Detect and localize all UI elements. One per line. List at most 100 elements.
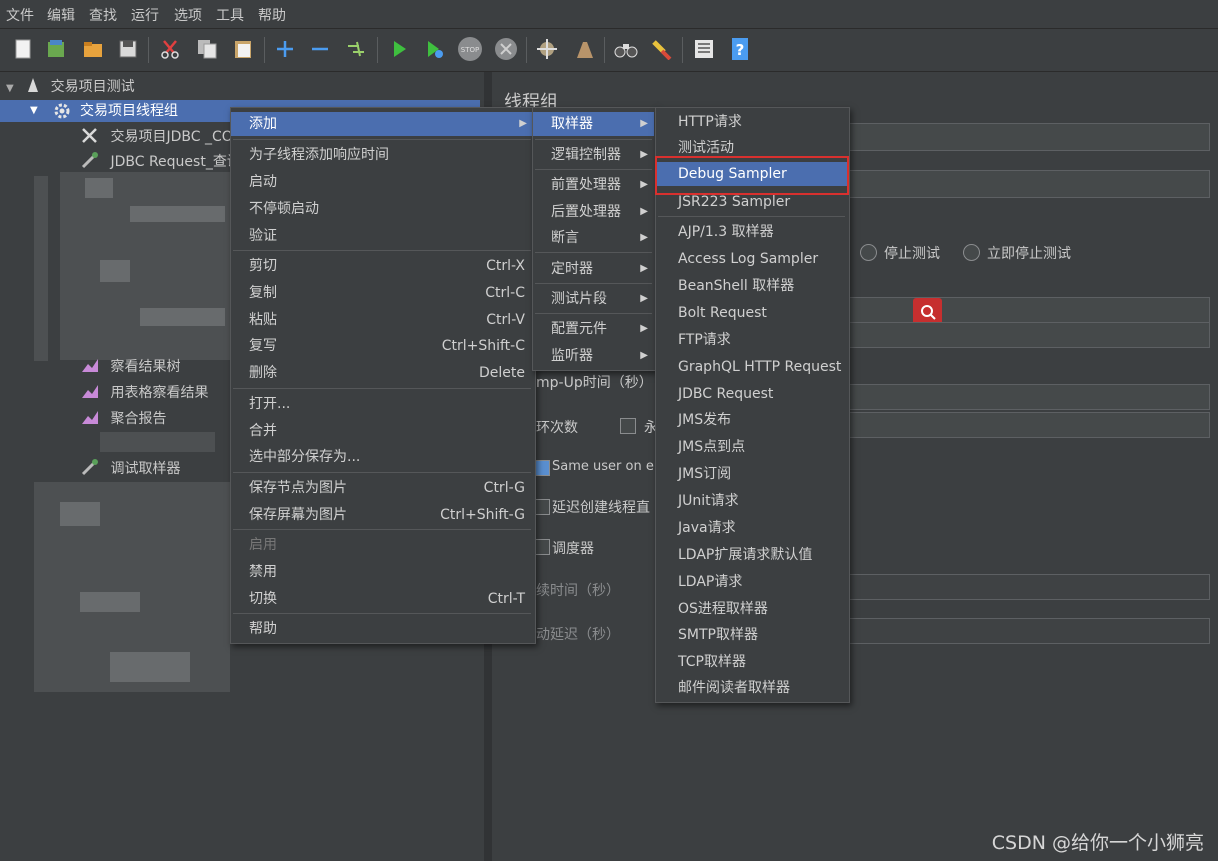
menu-item-logic-controller[interactable]: 逻辑控制器 ▶ <box>533 143 654 167</box>
tree-node-jdbc-config[interactable]: 交易项目JDBC _CO <box>80 126 233 148</box>
tree-node-test-plan[interactable]: ▼ 交易项目测试 <box>6 76 135 98</box>
new-icon[interactable] <box>10 36 36 62</box>
menu-item-save-node-image[interactable]: 保存节点为图片 Ctrl-G <box>231 476 533 500</box>
loop-field[interactable] <box>848 384 1210 410</box>
clear-icon[interactable] <box>534 36 560 62</box>
copy-icon[interactable] <box>194 36 220 62</box>
toggle-icon[interactable] <box>343 36 369 62</box>
menu-item-cut[interactable]: 剪切 Ctrl-X <box>231 254 533 278</box>
paste-icon[interactable] <box>230 36 256 62</box>
menu-item-start-no-pause[interactable]: 不停顿启动 <box>231 197 533 221</box>
menu-item-paste[interactable]: 粘贴 Ctrl-V <box>231 308 533 332</box>
menu-item-java-request[interactable]: Java请求 <box>656 516 847 540</box>
menu-item-jsr223-sampler[interactable]: JSR223 Sampler <box>656 190 847 214</box>
menu-item-http-request[interactable]: HTTP请求 <box>656 110 847 134</box>
delay-create-checkbox[interactable] <box>534 499 550 515</box>
expand-icon[interactable] <box>272 36 298 62</box>
menu-item-open[interactable]: 打开... <box>231 392 533 416</box>
menu-item-junit-request[interactable]: JUnit请求 <box>656 489 847 513</box>
menu-run[interactable]: 运行 <box>131 5 159 25</box>
menu-edit[interactable]: 编辑 <box>47 5 75 25</box>
duration-field[interactable] <box>848 574 1210 600</box>
ramp-up-field[interactable] <box>848 322 1210 348</box>
menu-item-ajp-sampler[interactable]: AJP/1.3 取样器 <box>656 220 847 244</box>
menu-item-save-selection-as[interactable]: 选中部分保存为... <box>231 445 533 469</box>
menu-item-ldap-request[interactable]: LDAP请求 <box>656 570 847 594</box>
menu-item-duplicate[interactable]: 复写 Ctrl+Shift-C <box>231 334 533 358</box>
tree-node-debug-sampler[interactable]: 调试取样器 <box>80 458 180 480</box>
menu-item-disable[interactable]: 禁用 <box>231 560 533 584</box>
menu-item-start[interactable]: 启动 <box>231 170 533 194</box>
menu-tools[interactable]: 工具 <box>216 5 244 25</box>
cut-icon[interactable] <box>157 36 183 62</box>
menu-item-bolt-request[interactable]: Bolt Request <box>656 301 847 325</box>
stop-icon[interactable]: STOP <box>457 36 483 62</box>
menu-item-ftp-request[interactable]: FTP请求 <box>656 328 847 352</box>
tree-node-view-results-tree[interactable]: 察看结果树 <box>80 356 180 378</box>
menu-item-save-screen-image[interactable]: 保存屏幕为图片 Ctrl+Shift-G <box>231 503 533 527</box>
collapse-arrow-icon[interactable]: ▼ <box>6 83 14 94</box>
menu-item-jms-publisher[interactable]: JMS发布 <box>656 408 847 432</box>
menu-item-test-fragment[interactable]: 测试片段 ▶ <box>533 287 654 311</box>
menu-item-help[interactable]: 帮助 <box>231 617 533 641</box>
menu-item-tcp-sampler[interactable]: TCP取样器 <box>656 650 847 674</box>
menu-item-jms-point-to-point[interactable]: JMS点到点 <box>656 435 847 459</box>
tree-node-table-results[interactable]: 用表格察看结果 <box>80 382 208 404</box>
menu-item-jms-subscriber[interactable]: JMS订阅 <box>656 462 847 486</box>
clear-all-icon[interactable] <box>571 36 597 62</box>
menu-item-toggle[interactable]: 切换 Ctrl-T <box>231 587 533 611</box>
menu-item-beanshell-sampler[interactable]: BeanShell 取样器 <box>656 274 847 298</box>
start-icon[interactable] <box>386 36 412 62</box>
loop-count-field[interactable] <box>848 412 1210 438</box>
menu-item-graphql-request[interactable]: GraphQL HTTP Request <box>656 355 847 379</box>
menu-search[interactable]: 查找 <box>89 5 117 25</box>
collapse-arrow-icon[interactable]: ▼ <box>30 100 38 122</box>
collapse-icon[interactable] <box>307 36 333 62</box>
menu-item-mail-reader-sampler[interactable]: 邮件阅读者取样器 <box>656 676 847 700</box>
menu-item-add[interactable]: 添加 ▶ <box>231 112 533 136</box>
stop-test-now-option[interactable]: 立即停止测试 <box>963 243 1071 263</box>
menu-item-validate[interactable]: 验证 <box>231 224 533 248</box>
save-icon[interactable] <box>115 36 141 62</box>
menu-item-add-think-times[interactable]: 为子线程添加响应时间 <box>231 143 533 167</box>
menu-item-jdbc-request[interactable]: JDBC Request <box>656 382 847 406</box>
tree-node-aggregate-report[interactable]: 聚合报告 <box>80 408 166 430</box>
reset-search-icon[interactable] <box>648 36 674 62</box>
tree-label-view-results-tree: 察看结果树 <box>110 359 181 375</box>
menu-item-config-element[interactable]: 配置元件 ▶ <box>533 317 654 341</box>
menu-help[interactable]: 帮助 <box>258 5 286 25</box>
menu-item-access-log-sampler[interactable]: Access Log Sampler <box>656 247 847 271</box>
menu-item-ldap-extended-defaults[interactable]: LDAP扩展请求默认值 <box>656 543 847 567</box>
tree-node-jdbc-request[interactable]: JDBC Request_查询 <box>80 151 241 173</box>
start-no-pause-icon[interactable] <box>421 36 447 62</box>
name-field[interactable] <box>848 123 1210 151</box>
menu-item-copy[interactable]: 复制 Ctrl-C <box>231 281 533 305</box>
stop-test-radio[interactable] <box>860 244 877 261</box>
function-helper-icon[interactable] <box>691 36 717 62</box>
menu-item-timer[interactable]: 定时器 ▶ <box>533 257 654 281</box>
listener-icon <box>82 385 98 398</box>
same-user-checkbox[interactable] <box>534 460 550 476</box>
infinite-checkbox[interactable] <box>620 418 636 434</box>
stop-test-option[interactable]: 停止测试 <box>860 243 940 263</box>
menu-item-delete[interactable]: 删除 Delete <box>231 361 533 385</box>
menu-item-assertions[interactable]: 断言 ▶ <box>533 226 654 250</box>
search-icon[interactable] <box>613 36 639 62</box>
menu-item-pre-processors[interactable]: 前置处理器 ▶ <box>533 173 654 197</box>
menu-item-listener[interactable]: 监听器 ▶ <box>533 344 654 368</box>
menu-options[interactable]: 选项 <box>174 5 202 25</box>
startup-delay-field[interactable] <box>848 618 1210 644</box>
scheduler-checkbox[interactable] <box>534 539 550 555</box>
menu-file[interactable]: 文件 <box>6 5 34 25</box>
help-icon[interactable]: ? <box>727 36 753 62</box>
stop-test-now-radio[interactable] <box>963 244 980 261</box>
templates-icon[interactable] <box>43 36 69 62</box>
menu-item-post-processors[interactable]: 后置处理器 ▶ <box>533 200 654 224</box>
menu-item-merge[interactable]: 合并 <box>231 419 533 443</box>
open-icon[interactable] <box>80 36 106 62</box>
comments-field[interactable] <box>848 170 1210 198</box>
menu-item-smtp-sampler[interactable]: SMTP取样器 <box>656 623 847 647</box>
menu-item-sampler[interactable]: 取样器 ▶ <box>533 112 654 136</box>
menu-item-os-process-sampler[interactable]: OS进程取样器 <box>656 597 847 621</box>
shutdown-icon[interactable] <box>493 36 519 62</box>
